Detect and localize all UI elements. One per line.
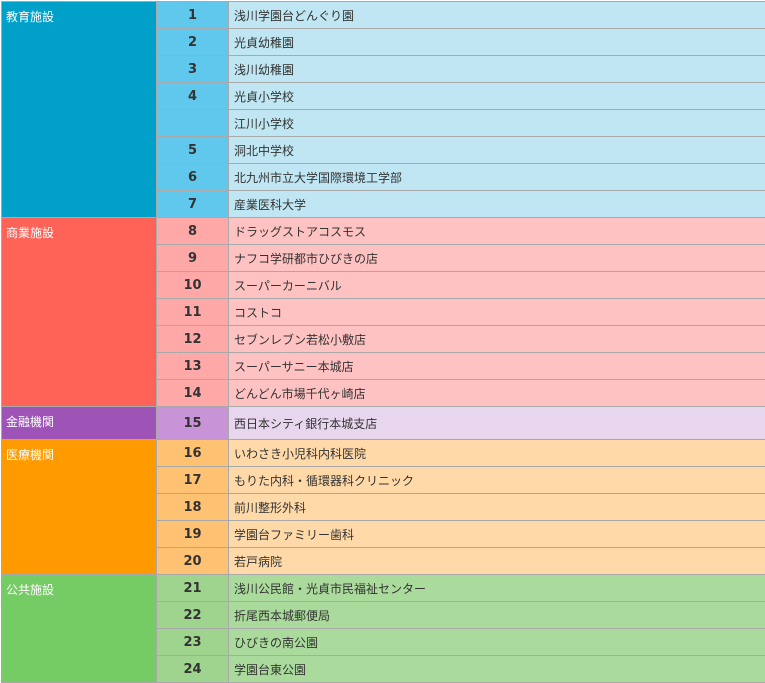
facility-name-cell: 折尾西本城郵便局: [229, 602, 765, 629]
facility-name-cell: スーパーカーニバル: [229, 272, 765, 299]
facility-name-cell: 光貞小学校: [229, 83, 765, 110]
number-cell: 12: [157, 326, 229, 353]
facility-name-cell: 浅川学園台どんぐり園: [229, 2, 765, 29]
number-cell: 8: [157, 218, 229, 245]
number-cell: 11: [157, 299, 229, 326]
number-cell: 22: [157, 602, 229, 629]
number-cell: 4: [157, 83, 229, 110]
facility-name-cell: 産業医科大学: [229, 191, 765, 218]
facility-name-cell: どんどん市場千代ヶ崎店: [229, 380, 765, 407]
number-cell: 14: [157, 380, 229, 407]
facility-name-cell: 光貞幼稚園: [229, 29, 765, 56]
number-cell: 23: [157, 629, 229, 656]
category-cell: 教育施設: [2, 2, 157, 218]
facility-name-cell: 北九州市立大学国際環境工学部: [229, 164, 765, 191]
number-cell: 6: [157, 164, 229, 191]
table-row: 教育施設1浅川学園台どんぐり園: [2, 2, 765, 29]
facility-name-cell: 若戸病院: [229, 548, 765, 575]
facility-name-cell: 学園台東公園: [229, 656, 765, 683]
table-row: 金融機関15西日本シティ銀行本城支店: [2, 407, 765, 440]
number-cell: 13: [157, 353, 229, 380]
category-cell: 金融機関: [2, 407, 157, 440]
facility-name-cell: いわさき小児科内科医院: [229, 440, 765, 467]
number-cell: 10: [157, 272, 229, 299]
number-cell: 21: [157, 575, 229, 602]
facility-name-cell: もりた内科・循環器科クリニック: [229, 467, 765, 494]
facility-name-cell: 江川小学校: [229, 110, 765, 137]
table-row: 医療機関16いわさき小児科内科医院: [2, 440, 765, 467]
facility-name-cell: ナフコ学研都市ひびきの店: [229, 245, 765, 272]
number-cell: 3: [157, 56, 229, 83]
facility-name-cell: 浅川幼稚園: [229, 56, 765, 83]
facility-name-cell: セブンレブン若松小敷店: [229, 326, 765, 353]
facility-name-cell: 浅川公民館・光貞市民福祉センター: [229, 575, 765, 602]
number-cell: 7: [157, 191, 229, 218]
category-cell: 医療機関: [2, 440, 157, 575]
number-cell: 18: [157, 494, 229, 521]
number-cell: 20: [157, 548, 229, 575]
number-cell: 2: [157, 29, 229, 56]
number-cell: 1: [157, 2, 229, 29]
number-cell: [157, 110, 229, 137]
table-row: 公共施設21浅川公民館・光貞市民福祉センター: [2, 575, 765, 602]
number-cell: 17: [157, 467, 229, 494]
table-row: 商業施設8ドラッグストアコスモス: [2, 218, 765, 245]
number-cell: 15: [157, 407, 229, 440]
number-cell: 19: [157, 521, 229, 548]
facility-name-cell: スーパーサニー本城店: [229, 353, 765, 380]
facility-table: 教育施設1浅川学園台どんぐり園2光貞幼稚園3浅川幼稚園4光貞小学校江川小学校5洞…: [1, 1, 765, 683]
facility-table-body: 教育施設1浅川学園台どんぐり園2光貞幼稚園3浅川幼稚園4光貞小学校江川小学校5洞…: [2, 2, 765, 683]
number-cell: 24: [157, 656, 229, 683]
number-cell: 9: [157, 245, 229, 272]
category-cell: 公共施設: [2, 575, 157, 683]
facility-name-cell: 西日本シティ銀行本城支店: [229, 407, 765, 440]
number-cell: 16: [157, 440, 229, 467]
facility-name-cell: ドラッグストアコスモス: [229, 218, 765, 245]
facility-name-cell: 前川整形外科: [229, 494, 765, 521]
facility-name-cell: 学園台ファミリー歯科: [229, 521, 765, 548]
facility-name-cell: ひびきの南公園: [229, 629, 765, 656]
facility-name-cell: 洞北中学校: [229, 137, 765, 164]
category-cell: 商業施設: [2, 218, 157, 407]
number-cell: 5: [157, 137, 229, 164]
facility-name-cell: コストコ: [229, 299, 765, 326]
